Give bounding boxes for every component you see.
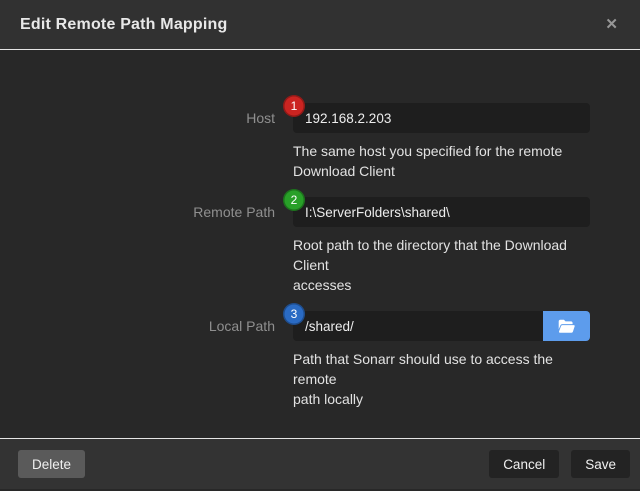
host-help-text: The same host you specified for the remo… <box>293 141 590 181</box>
remote-path-label: Remote Path <box>0 197 275 295</box>
remote-path-input[interactable] <box>293 197 590 227</box>
page-title: Edit Remote Path Mapping <box>20 16 603 34</box>
remote-path-input-wrap: 2 Root path to the directory that the Do… <box>293 197 590 295</box>
dialog-footer: Delete Cancel Save <box>0 438 640 489</box>
host-label: Host <box>0 103 275 181</box>
annotation-badge-3: 3 <box>283 303 305 325</box>
annotation-badge-1: 1 <box>283 95 305 117</box>
host-input-wrap: 1 The same host you specified for the re… <box>293 103 590 181</box>
delete-button[interactable]: Delete <box>18 450 85 478</box>
form-row-host: Host 1 The same host you specified for t… <box>0 103 640 181</box>
folder-open-icon <box>558 319 575 334</box>
local-path-input-row <box>293 311 590 341</box>
dialog-body: Host 1 The same host you specified for t… <box>0 50 640 438</box>
close-icon[interactable]: ✕ <box>603 15 620 34</box>
local-path-input[interactable] <box>293 311 543 341</box>
local-path-label: Local Path <box>0 311 275 409</box>
local-path-input-wrap: 3 Path that Sonarr should use to access … <box>293 311 590 409</box>
dialog-header: Edit Remote Path Mapping ✕ <box>0 0 640 50</box>
edit-remote-path-mapping-dialog: Edit Remote Path Mapping ✕ Host 1 The sa… <box>0 0 640 491</box>
remote-path-help-text: Root path to the directory that the Down… <box>293 235 590 295</box>
cancel-button[interactable]: Cancel <box>489 450 559 478</box>
browse-path-button[interactable] <box>543 311 590 341</box>
local-path-help-text: Path that Sonarr should use to access th… <box>293 349 590 409</box>
form-row-local-path: Local Path 3 Path that Sonarr should <box>0 311 640 409</box>
save-button[interactable]: Save <box>571 450 630 478</box>
form-row-remote-path: Remote Path 2 Root path to the directory… <box>0 197 640 295</box>
annotation-badge-2: 2 <box>283 189 305 211</box>
host-input[interactable] <box>293 103 590 133</box>
